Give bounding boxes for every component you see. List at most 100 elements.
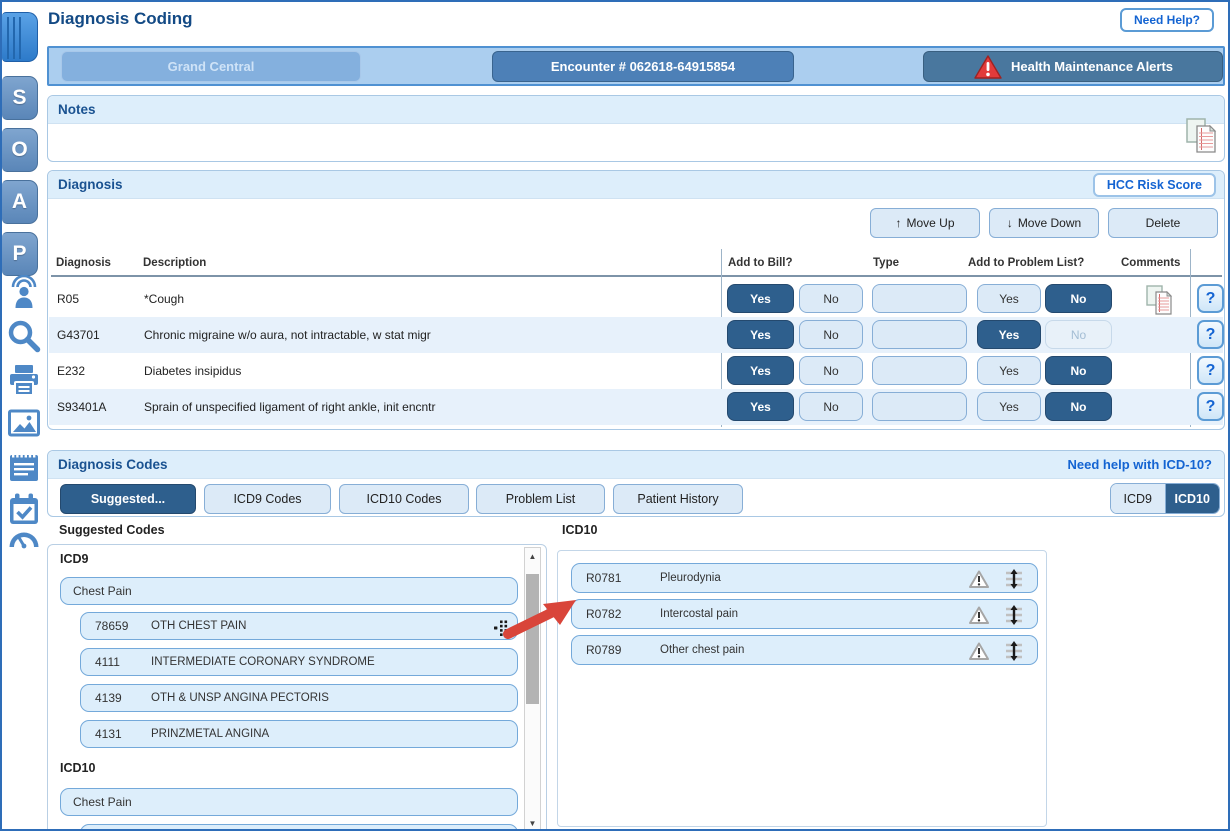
add-to-bill-no-button[interactable]: No xyxy=(799,356,863,385)
type-field[interactable] xyxy=(872,284,967,313)
reorder-icon[interactable] xyxy=(1003,641,1025,664)
icd10-result-item[interactable]: R0789 Other chest pain xyxy=(571,635,1038,665)
tab-grand-central[interactable]: Grand Central xyxy=(61,51,361,82)
dictation-icon[interactable] xyxy=(5,274,43,312)
code-description: INTERMEDIATE CORONARY SYNDROME xyxy=(139,656,375,668)
problem-list-no-button[interactable]: No xyxy=(1045,392,1112,421)
type-field[interactable] xyxy=(872,356,967,385)
suggested-code-item[interactable]: 4131 PRINZMETAL ANGINA xyxy=(80,720,518,748)
icd10-result-item[interactable]: R0782 Intercostal pain xyxy=(571,599,1038,629)
notes-icon[interactable] xyxy=(5,447,43,485)
suggested-code-item[interactable]: 4111 INTERMEDIATE CORONARY SYNDROME xyxy=(80,648,518,676)
print-icon[interactable] xyxy=(5,361,43,399)
row-help-button[interactable]: ? xyxy=(1197,392,1224,421)
code: 4131 xyxy=(81,727,139,741)
icd10-result-item[interactable]: R0781 Pleurodynia xyxy=(571,563,1038,593)
header-divider xyxy=(51,275,1222,277)
move-up-button[interactable]: ↑ Move Up xyxy=(870,208,980,238)
code-description: OTH & UNSP ANGINA PECTORIS xyxy=(139,692,329,704)
diagnosis-row: R05 *Cough Yes No Yes No xyxy=(49,281,1223,317)
hcc-risk-score-button[interactable]: HCC Risk Score xyxy=(1093,173,1216,197)
code: R0782 xyxy=(572,607,648,621)
scrollbar[interactable]: ▲ ▼ xyxy=(524,547,541,831)
problem-list-yes-button[interactable]: Yes xyxy=(977,356,1041,385)
notes-title: Notes xyxy=(58,102,96,117)
add-to-bill-yes-button[interactable]: Yes xyxy=(727,356,794,385)
suggested-codes-panel: ICD9 Chest Pain 78659 OTH CHEST PAIN 411… xyxy=(47,544,547,831)
add-to-bill-no-button[interactable]: No xyxy=(799,392,863,421)
sidebar-tab-plan[interactable]: P xyxy=(2,232,38,276)
menu-stripes-icon xyxy=(7,17,25,59)
row-help-button[interactable]: ? xyxy=(1197,356,1224,385)
type-field[interactable] xyxy=(872,392,967,421)
page-title: Diagnosis Coding xyxy=(48,9,193,29)
tab-problem-list[interactable]: Problem List xyxy=(476,484,605,514)
scroll-up-icon[interactable]: ▲ xyxy=(525,549,540,564)
images-icon[interactable] xyxy=(5,404,43,442)
add-to-bill-yes-button[interactable]: Yes xyxy=(727,392,794,421)
suggested-code-item[interactable]: 4139 OTH & UNSP ANGINA PECTORIS xyxy=(80,684,518,712)
type-field[interactable] xyxy=(872,320,967,349)
need-help-button[interactable]: Need Help? xyxy=(1120,8,1214,32)
sidebar: S O A P xyxy=(2,2,46,829)
move-down-button[interactable]: ↓ Move Down xyxy=(989,208,1099,238)
tab-encounter[interactable]: Encounter # 062618-64915854 xyxy=(492,51,794,82)
add-to-bill-no-button[interactable]: No xyxy=(799,320,863,349)
suggested-code-item-partial[interactable] xyxy=(80,824,518,831)
diagnosis-coding-page: S O A P xyxy=(0,0,1230,831)
encounter-tabbar: Grand Central Encounter # 062618-6491585… xyxy=(47,46,1225,86)
problem-list-yes-button[interactable]: Yes xyxy=(977,320,1041,349)
warning-triangle-icon[interactable] xyxy=(969,642,989,664)
toggle-icd9[interactable]: ICD9 xyxy=(1111,484,1166,513)
comment-note-icon[interactable] xyxy=(1145,284,1175,321)
suggested-code-item[interactable]: 78659 OTH CHEST PAIN xyxy=(80,612,518,640)
icd10-help-link[interactable]: Need help with ICD-10? xyxy=(1068,457,1212,472)
icd10-panel-label: ICD10 xyxy=(562,523,597,537)
reorder-icon[interactable] xyxy=(1003,605,1025,628)
tab-suggested[interactable]: Suggested... xyxy=(60,484,196,514)
sidebar-tab-subjective[interactable]: S xyxy=(2,76,38,120)
delete-button[interactable]: Delete xyxy=(1108,208,1218,238)
icd-version-toggle: ICD9 ICD10 xyxy=(1110,483,1220,514)
scroll-down-icon[interactable]: ▼ xyxy=(525,816,540,831)
warning-triangle-icon[interactable] xyxy=(969,570,989,592)
sidebar-tab-objective[interactable]: O xyxy=(2,128,38,172)
problem-list-no-button[interactable]: No xyxy=(1045,356,1112,385)
reorder-icon[interactable] xyxy=(1003,569,1025,592)
tab-patient-history[interactable]: Patient History xyxy=(613,484,743,514)
problem-list-yes-button[interactable]: Yes xyxy=(977,392,1041,421)
icd9-category-chip[interactable]: Chest Pain xyxy=(60,577,518,605)
code: 4111 xyxy=(81,655,139,669)
column-header-type: Type xyxy=(873,257,899,269)
move-down-arrow-icon: ↓ xyxy=(1007,216,1013,230)
code-description: Other chest pain xyxy=(648,644,744,656)
paste-note-icon[interactable] xyxy=(1184,116,1218,159)
menu-tab-icon[interactable] xyxy=(2,12,38,62)
tab-icd10-codes[interactable]: ICD10 Codes xyxy=(339,484,469,514)
search-icon[interactable] xyxy=(5,317,43,355)
add-to-bill-yes-button[interactable]: Yes xyxy=(727,284,794,313)
row-help-button[interactable]: ? xyxy=(1197,284,1224,313)
tab-health-maintenance-alerts[interactable]: Health Maintenance Alerts xyxy=(923,51,1223,82)
code-description: PRINZMETAL ANGINA xyxy=(139,728,269,740)
delete-label: Delete xyxy=(1146,216,1181,230)
row-help-button[interactable]: ? xyxy=(1197,320,1224,349)
sidebar-tab-assessment[interactable]: A xyxy=(2,180,38,224)
dashboard-icon[interactable] xyxy=(5,518,43,556)
scrollbar-thumb[interactable] xyxy=(526,574,539,704)
tab-icd9-codes[interactable]: ICD9 Codes xyxy=(204,484,331,514)
problem-list-yes-button[interactable]: Yes xyxy=(977,284,1041,313)
diagnosis-description: *Cough xyxy=(144,292,184,306)
notes-header: Notes xyxy=(48,96,1224,124)
diagnosis-row: E232 Diabetes insipidus Yes No Yes No ? xyxy=(49,353,1223,389)
toggle-icd10[interactable]: ICD10 xyxy=(1166,484,1220,513)
suggested-codes-label: Suggested Codes xyxy=(59,523,165,537)
column-header-diagnosis: Diagnosis xyxy=(56,257,111,269)
problem-list-no-button[interactable]: No xyxy=(1045,284,1112,313)
column-header-comments: Comments xyxy=(1121,257,1180,269)
add-to-bill-no-button[interactable]: No xyxy=(799,284,863,313)
warning-triangle-icon[interactable] xyxy=(969,606,989,628)
diagnosis-header: Diagnosis HCC Risk Score xyxy=(48,171,1224,199)
icd10-category-chip[interactable]: Chest Pain xyxy=(60,788,518,816)
add-to-bill-yes-button[interactable]: Yes xyxy=(727,320,794,349)
